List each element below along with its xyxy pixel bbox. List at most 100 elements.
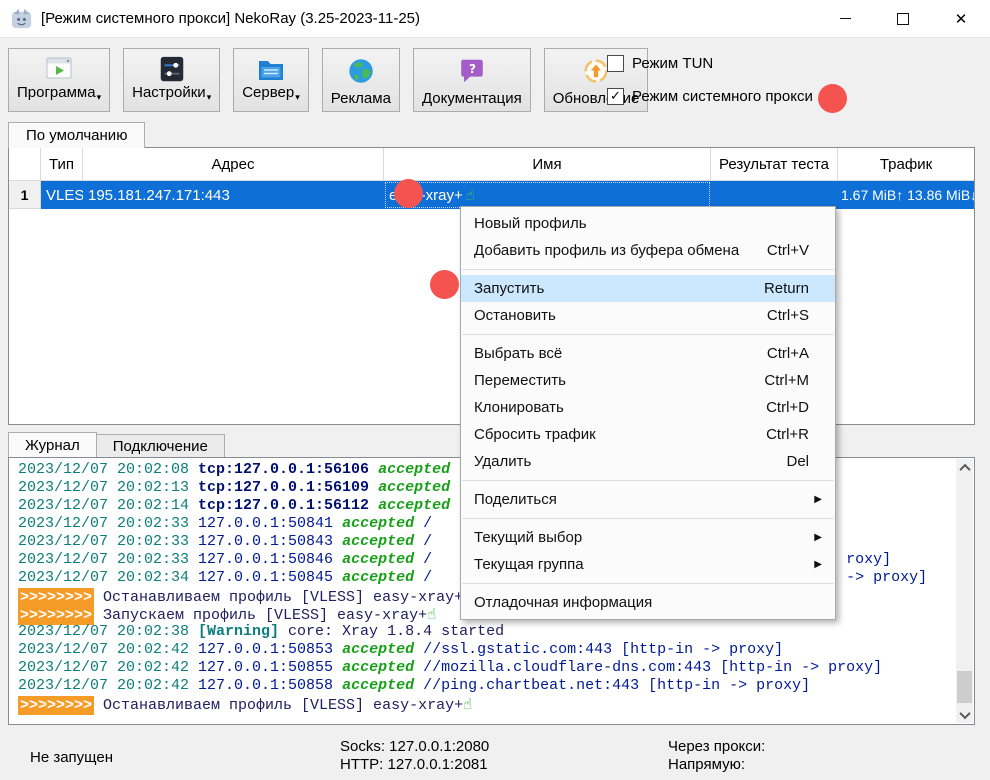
dropdown-caret-icon: ▾: [97, 90, 102, 107]
column-header-test-result[interactable]: Результат теста: [711, 148, 838, 181]
toolbar: Программа▾ Настройки▾: [8, 48, 648, 112]
settings-button-label: Настройки▾: [132, 84, 211, 107]
tab-connections[interactable]: Подключение: [97, 434, 225, 457]
status-socks: Socks: 127.0.0.1:2080: [340, 738, 489, 756]
log-line: 2023/12/07 20:02:42 127.0.0.1:50855 acce…: [18, 659, 956, 677]
menu-item-current-select[interactable]: Текущий выбор▶: [461, 524, 835, 551]
click-annotation-dot: [818, 84, 847, 113]
maximize-button[interactable]: [874, 0, 932, 37]
close-icon: ✕: [955, 10, 968, 28]
status-http: HTTP: 127.0.0.1:2081: [340, 756, 489, 774]
check-icon: ✓: [610, 89, 621, 104]
settings-sliders-icon: [156, 54, 188, 84]
tun-mode-checkbox[interactable]: Режим TUN: [607, 55, 813, 72]
menu-shortcut: Ctrl+V: [767, 242, 809, 259]
menu-item-add-from-clipboard[interactable]: Добавить профиль из буфера обмена Ctrl+V: [461, 237, 835, 264]
log-scrollbar[interactable]: [956, 459, 973, 723]
close-button[interactable]: ✕: [932, 0, 990, 37]
menu-separator: [462, 334, 834, 335]
menu-separator: [462, 583, 834, 584]
menu-item-label: Запустить: [474, 280, 544, 297]
scrollbar-thumb[interactable]: [957, 671, 972, 703]
column-header-type[interactable]: Тип: [41, 148, 83, 181]
log-line: 2023/12/07 20:02:42 127.0.0.1:50858 acce…: [18, 677, 956, 695]
window-controls: ✕: [816, 0, 990, 37]
table-header-row: Тип Адрес Имя Результат теста Трафик: [9, 148, 974, 181]
menu-item-start[interactable]: Запустить Return: [461, 275, 835, 302]
menu-item-label: Переместить: [474, 372, 566, 389]
menu-item-label: Поделиться: [474, 491, 557, 508]
cell-traffic: 1.67 MiB↑ 13.86 MiB↓: [838, 181, 974, 209]
status-traffic-labels: Через прокси: Напрямую:: [668, 738, 765, 774]
maximize-icon: [897, 13, 909, 25]
cell-test-result: [711, 181, 838, 209]
cell-type: VLESS: [41, 181, 83, 209]
tun-mode-label: Режим TUN: [632, 55, 713, 72]
menu-item-new-profile[interactable]: Новый профиль: [461, 210, 835, 237]
status-direct: Напрямую:: [668, 756, 765, 774]
minimize-button[interactable]: [816, 0, 874, 37]
menu-item-delete[interactable]: Удалить Del: [461, 448, 835, 475]
menu-shortcut: Ctrl+M: [764, 372, 809, 389]
column-header-name[interactable]: Имя: [384, 148, 711, 181]
bottom-tabs: Журнал Подключение: [8, 432, 225, 457]
menu-item-label: Удалить: [474, 453, 531, 470]
context-menu: Новый профиль Добавить профиль из буфера …: [460, 206, 836, 620]
submenu-arrow-icon: ▶: [814, 532, 822, 543]
server-folder-icon: [255, 54, 287, 84]
menu-item-select-all[interactable]: Выбрать всё Ctrl+A: [461, 340, 835, 367]
menu-item-label: Выбрать всё: [474, 345, 562, 362]
menu-shortcut: Ctrl+D: [766, 399, 809, 416]
dropdown-caret-icon: ▾: [295, 90, 300, 107]
menu-item-label: Клонировать: [474, 399, 564, 416]
checkbox-box: [607, 55, 624, 72]
menu-shortcut: Return: [764, 280, 809, 297]
menu-item-label: Добавить профиль из буфера обмена: [474, 242, 739, 259]
scroll-up-button[interactable]: [956, 459, 973, 476]
docs-button[interactable]: ? Документация: [413, 48, 531, 112]
menu-shortcut: Ctrl+R: [766, 426, 809, 443]
menu-item-clone[interactable]: Клонировать Ctrl+D: [461, 394, 835, 421]
menu-shortcut: Ctrl+A: [767, 345, 809, 362]
app-icon: [10, 7, 33, 30]
question-bubble-icon: ?: [456, 54, 488, 87]
menu-item-debug-info[interactable]: Отладочная информация: [461, 589, 835, 616]
log-line: 2023/12/07 20:02:42 127.0.0.1:50853 acce…: [18, 641, 956, 659]
menu-item-move[interactable]: Переместить Ctrl+M: [461, 367, 835, 394]
settings-button[interactable]: Настройки▾: [123, 48, 220, 112]
column-header-address[interactable]: Адрес: [83, 148, 384, 181]
menu-separator: [462, 269, 834, 270]
tab-default-group[interactable]: По умолчанию: [8, 122, 145, 148]
program-button[interactable]: Программа▾: [8, 48, 110, 112]
system-proxy-checkbox[interactable]: ✓ Режим системного прокси: [607, 88, 813, 105]
menu-shortcut: Del: [786, 453, 809, 470]
server-button[interactable]: Сервер▾: [233, 48, 309, 112]
menu-item-label: Новый профиль: [474, 215, 587, 232]
menu-item-label: Остановить: [474, 307, 556, 324]
program-window-icon: [43, 54, 75, 84]
title-bar: [Режим системного прокси] NekoRay (3.25-…: [0, 0, 990, 38]
menu-item-reset-traffic[interactable]: Сбросить трафик Ctrl+R: [461, 421, 835, 448]
ads-button[interactable]: Реклама: [322, 48, 400, 112]
table-row[interactable]: 1 VLESS 195.181.247.171:443 easy-xray+☝ …: [9, 181, 974, 209]
minimize-icon: [840, 18, 851, 19]
menu-separator: [462, 480, 834, 481]
status-state: Не запущен: [30, 749, 113, 766]
system-proxy-label: Режим системного прокси: [632, 88, 813, 105]
click-annotation-dot: [394, 179, 423, 208]
menu-item-label: Сбросить трафик: [474, 426, 596, 443]
ads-button-label: Реклама: [331, 90, 391, 107]
checkbox-box-checked: ✓: [607, 88, 624, 105]
tab-log[interactable]: Журнал: [8, 432, 97, 457]
menu-item-stop[interactable]: ОстановитьCtrl+S: [461, 302, 835, 329]
click-annotation-dot: [430, 270, 459, 299]
svg-text:?: ?: [469, 61, 476, 75]
menu-item-share[interactable]: Поделиться▶: [461, 486, 835, 513]
column-header-traffic[interactable]: Трафик: [838, 148, 974, 181]
scroll-down-button[interactable]: [956, 706, 973, 723]
column-header-gutter: [9, 148, 41, 181]
status-via-proxy: Через прокси:: [668, 738, 765, 756]
menu-item-current-group[interactable]: Текущая группа▶: [461, 551, 835, 578]
tab-default-group-label: По умолчанию: [26, 127, 127, 144]
status-listen-addresses: Socks: 127.0.0.1:2080 HTTP: 127.0.0.1:20…: [340, 738, 489, 774]
